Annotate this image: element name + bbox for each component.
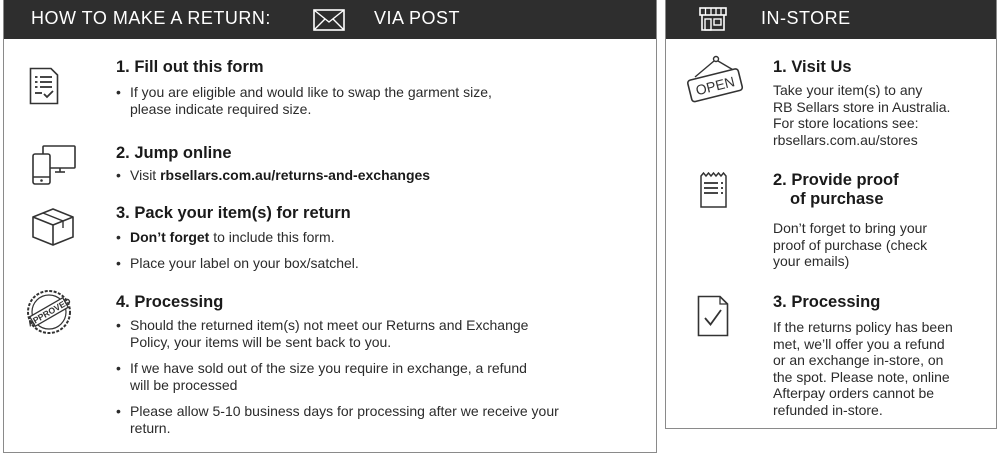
document-check-icon [697,295,729,342]
open-sign-icon: OPEN [685,55,747,108]
via-post-header: HOW TO MAKE A RETURN: VIA POST [4,0,656,39]
store-step-1-text: Take your item(s) to any RB Sellars stor… [773,82,951,148]
store-step-2-text: Don’t forget to bring your proof of purc… [773,220,928,269]
store-step-2-title: 2. Provide proof of purchase [773,171,899,208]
post-step-1-title: 1. Fill out this form [116,58,264,76]
returns-url: rbsellars.com.au/returns-and-exchanges [160,167,431,183]
receipt-icon [699,171,729,214]
post-step-3-title: 3. Pack your item(s) for return [116,204,351,222]
header-title: HOW TO MAKE A RETURN: [31,8,271,28]
box-icon [31,207,75,252]
in-store-header: IN-STORE [666,0,996,39]
form-checklist-icon [29,67,59,110]
post-step-4-title: 4. Processing [116,293,224,311]
store-step-3-text: If the returns policy has been met, we’l… [773,319,953,418]
envelope-icon [313,9,345,36]
store-step-1-title: 1. Visit Us [773,58,852,76]
header-via: VIA POST [374,8,461,28]
svg-text:APPROVED: APPROVED [26,296,72,329]
approved-stamp-icon: APPROVED [26,289,72,340]
in-store-panel: IN-STORE OPEN 1. Visit Us Take your item… [665,0,997,429]
via-post-panel: HOW TO MAKE A RETURN: VIA POST 1. Fill o… [3,0,657,453]
storefront-icon [698,6,728,37]
post-step-2-title: 2. Jump online [116,144,232,162]
store-step-3-title: 3. Processing [773,293,881,311]
devices-icon [31,144,77,191]
header-title: IN-STORE [761,8,851,28]
